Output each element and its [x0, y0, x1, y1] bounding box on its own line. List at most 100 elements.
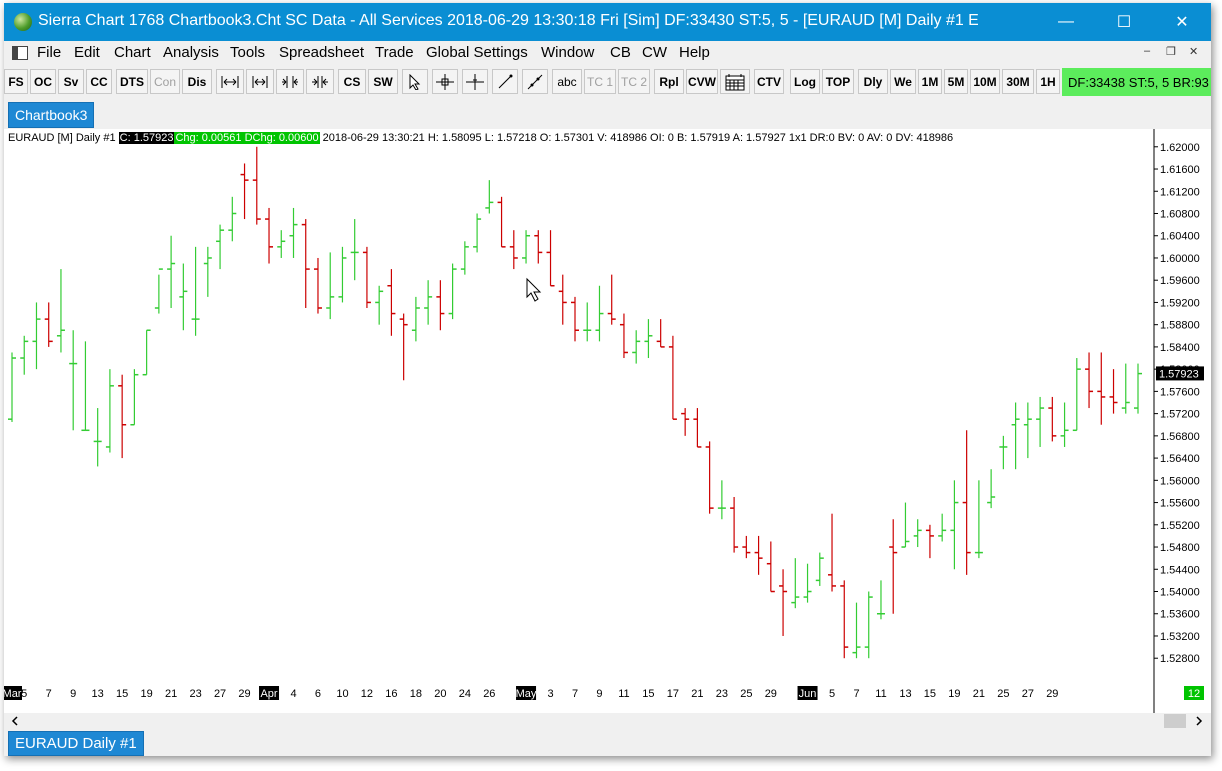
fs-button[interactable]: FS [4, 69, 28, 94]
pointer-tool-icon[interactable] [402, 69, 428, 94]
ohlc-bar [20, 335, 29, 375]
scroll-left-icon[interactable] [216, 69, 244, 94]
horizontal-scrollbar[interactable] [4, 713, 1211, 729]
tab-euraud-daily[interactable]: EURAUD Daily #1 [8, 731, 144, 756]
scroll-left-arrow-icon[interactable] [8, 713, 22, 729]
weekly-button[interactable]: We [890, 69, 916, 94]
top-button[interactable]: TOP [822, 69, 854, 94]
menu-tools[interactable]: Tools [230, 44, 265, 61]
ohlc-bar [167, 235, 176, 308]
menu-trade[interactable]: Trade [375, 44, 414, 61]
ohlc-bar [277, 230, 286, 258]
x-tick-label: 27 [214, 688, 226, 700]
y-tick-label: 1.53600 [1160, 609, 1200, 621]
mdi-minimize-button[interactable]: – [1144, 45, 1150, 57]
replay-button[interactable]: Rpl [654, 69, 684, 94]
tc2-button[interactable]: TC 2 [618, 69, 650, 94]
sv-button[interactable]: Sv [58, 69, 84, 94]
calendar-icon[interactable] [720, 69, 750, 94]
x-tick-label: 23 [189, 688, 201, 700]
y-tick-label: 1.55200 [1160, 520, 1200, 532]
menu-file[interactable]: File [37, 44, 61, 61]
ohlc-bar [1023, 402, 1032, 459]
y-tick-label: 1.58800 [1160, 320, 1200, 332]
menu-analysis[interactable]: Analysis [163, 44, 219, 61]
compress-bars-icon[interactable] [276, 69, 304, 94]
y-tick-label: 1.60400 [1160, 231, 1200, 243]
tab-chartbook3[interactable]: Chartbook3 [8, 102, 95, 128]
1m-button[interactable]: 1M [918, 69, 942, 94]
y-tick-label: 1.61200 [1160, 186, 1200, 198]
ohlc-bar [350, 219, 359, 281]
y-tick-label: 1.54000 [1160, 587, 1200, 599]
close-button[interactable]: ✕ [1153, 3, 1211, 41]
mdi-restore-button[interactable]: ❐ [1166, 45, 1176, 58]
menu-edit[interactable]: Edit [74, 44, 100, 61]
y-tick-label: 1.57200 [1160, 409, 1200, 421]
corner-label: 12 [1188, 688, 1200, 700]
log-button[interactable]: Log [790, 69, 820, 94]
menu-help[interactable]: Help [679, 44, 710, 61]
sw-button[interactable]: SW [368, 69, 398, 94]
5m-button[interactable]: 5M [944, 69, 968, 94]
crosshair-tool-icon[interactable] [432, 69, 458, 94]
tc1-button[interactable]: TC 1 [584, 69, 616, 94]
ray-tool-icon[interactable] [522, 69, 548, 94]
chart-window-icon[interactable] [12, 46, 28, 60]
minimize-button[interactable]: — [1037, 3, 1095, 41]
ohlc-bar [252, 146, 261, 225]
x-tick-label: 23 [716, 688, 728, 700]
x-tick-label: 3 [547, 688, 553, 700]
10m-button[interactable]: 10M [970, 69, 1000, 94]
x-tick-label: 11 [875, 688, 886, 700]
ohlc-chart[interactable]: 1.62000 1.61600 1.61200 1.60800 1.60400 1.600… [4, 129, 1211, 713]
oc-button[interactable]: OC [30, 69, 56, 94]
text-tool-button[interactable]: abc [552, 69, 582, 94]
crosshair-thin-icon[interactable] [462, 69, 488, 94]
scroll-thumb[interactable] [1164, 714, 1186, 728]
menu-spreadsheet[interactable]: Spreadsheet [279, 44, 364, 61]
con-button[interactable]: Con [150, 69, 180, 94]
maximize-button[interactable]: ☐ [1095, 3, 1153, 41]
menu-cb[interactable]: CB [610, 44, 631, 61]
connection-status: DF:33438 ST:5, 5 BR:93 [1062, 68, 1211, 96]
x-month-label: Jun [799, 688, 817, 700]
ohlc-bar [693, 408, 702, 448]
dis-button[interactable]: Dis [182, 69, 212, 94]
ohlc-bar [668, 335, 677, 420]
menu-global-settings[interactable]: Global Settings [426, 44, 528, 61]
ohlc-bar [1048, 396, 1057, 442]
1h-button[interactable]: 1H [1036, 69, 1060, 94]
line-tool-icon[interactable] [492, 69, 518, 94]
y-tick-label: 1.60800 [1160, 208, 1200, 220]
title-bar[interactable]: Sierra Chart 1768 Chartbook3.Cht SC Data… [4, 3, 1211, 41]
menu-window[interactable]: Window [541, 44, 594, 61]
ctv-button[interactable]: CTV [754, 69, 784, 94]
ohlc-bar [326, 252, 335, 320]
cc-button[interactable]: CC [86, 69, 112, 94]
x-tick-label: 17 [667, 688, 679, 700]
cvw-button[interactable]: CVW [686, 69, 718, 94]
ohlc-bar [8, 352, 16, 422]
x-tick-label: 26 [483, 688, 495, 700]
ohlc-bar [889, 519, 898, 614]
scroll-right-arrow-icon[interactable] [1192, 713, 1206, 729]
fit-bars-icon[interactable] [306, 69, 334, 94]
ohlc-bar [522, 230, 531, 264]
30m-button[interactable]: 30M [1002, 69, 1034, 94]
cs-button[interactable]: CS [338, 69, 366, 94]
y-tick-label: 1.54800 [1160, 542, 1200, 554]
daily-button[interactable]: Dly [858, 69, 888, 94]
x-tick-label: 16 [385, 688, 397, 700]
ohlc-bar [901, 502, 910, 548]
mdi-close-button[interactable]: ✕ [1189, 45, 1198, 58]
expand-bars-icon[interactable] [246, 69, 274, 94]
window-title: Sierra Chart 1768 Chartbook3.Cht SC Data… [38, 12, 978, 29]
menu-cw[interactable]: CW [642, 44, 667, 61]
x-month-label: May [516, 688, 537, 700]
ohlc-bar [424, 280, 433, 325]
chart-region[interactable]: EURAUD [M] Daily #1 C: 1.57923 Chg: 0.005… [4, 129, 1211, 713]
menu-chart[interactable]: Chart [114, 44, 151, 61]
ohlc-bar [999, 435, 1008, 470]
dts-button[interactable]: DTS [116, 69, 148, 94]
